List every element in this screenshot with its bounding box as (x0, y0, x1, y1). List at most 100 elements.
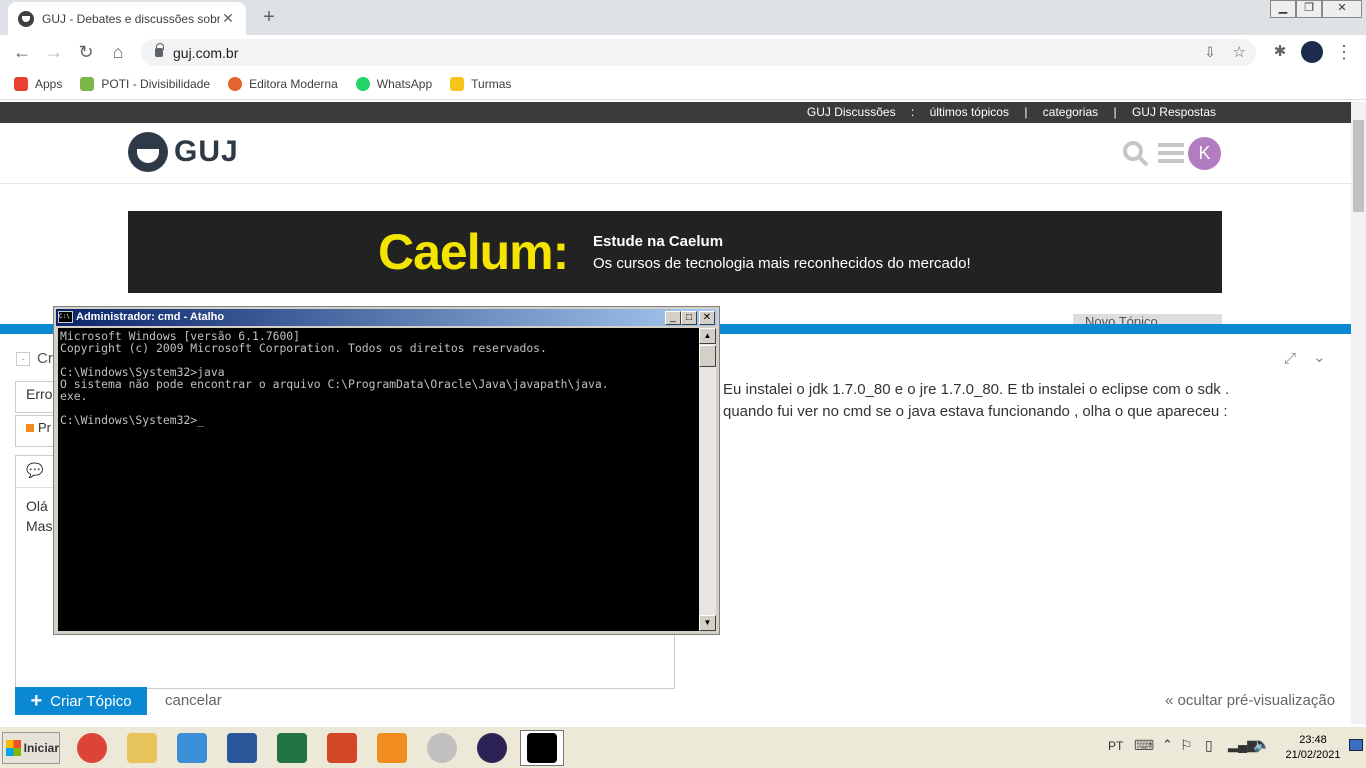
quote-icon[interactable]: 💬 (26, 462, 43, 478)
cancelar-link[interactable]: cancelar (165, 692, 222, 709)
taskbar-eclipse-icon[interactable] (470, 730, 514, 766)
taskbar-explorer-icon[interactable] (120, 730, 164, 766)
new-tab-button[interactable]: + (256, 5, 282, 29)
keyboard-icon[interactable]: ⌨ (1134, 737, 1154, 754)
taskbar-cmd-icon[interactable] (520, 730, 564, 766)
reload-icon[interactable]: ↻ (74, 41, 98, 63)
link-guj-discussoes[interactable]: GUJ Discussões (807, 105, 896, 119)
flag-icon[interactable]: ⚐ (1180, 737, 1193, 754)
compose-header: Cr (37, 350, 53, 367)
browser-toolbar: ← → ↻ ⌂ guj.com.br ⇩ ☆ ✱ ⋮ (0, 35, 1366, 69)
guj-header: GUJ K (0, 123, 1351, 184)
cmd-maximize-button[interactable]: □ (681, 311, 697, 325)
taskbar-powerpoint-icon[interactable] (320, 730, 364, 766)
clock-time: 23:48 (1299, 734, 1327, 746)
bookmarks-bar: Apps POTI - Divisibilidade Editora Moder… (0, 69, 1366, 100)
cmd-close-button[interactable]: ✕ (699, 311, 715, 325)
bookmark-star-icon[interactable]: ☆ (1233, 43, 1246, 61)
cmd-console[interactable]: Microsoft Windows [versão 6.1.7600] Copyr… (58, 328, 699, 631)
tab-strip: GUJ - Debates e discussões sobre p ✕ + ▁… (0, 0, 1366, 35)
windows-logo-icon (6, 740, 21, 756)
scroll-down-arrow-icon[interactable]: ▼ (699, 615, 716, 631)
category-color-badge (26, 424, 34, 432)
cmd-app-icon: C:\ (58, 311, 73, 323)
bookmark-whatsapp[interactable]: WhatsApp (355, 77, 432, 91)
minimize-button[interactable]: ▁ (1270, 0, 1296, 18)
link-ultimos-topicos[interactable]: últimos tópicos (930, 105, 1009, 119)
show-hidden-icons[interactable]: ⌃ (1162, 737, 1173, 753)
guj-favicon-icon (18, 10, 34, 27)
address-bar[interactable]: guj.com.br ⇩ ☆ (141, 39, 1256, 66)
ocultar-preview-link[interactable]: « ocultar pré-visualização (1165, 692, 1335, 709)
whatsapp-icon (355, 77, 370, 91)
system-clock[interactable]: 23:48 21/02/2021 (1280, 733, 1346, 763)
power-icon[interactable]: ▯ (1205, 737, 1213, 754)
page-scrollbar-thumb[interactable] (1353, 120, 1364, 212)
cmd-minimize-button[interactable]: _ (665, 311, 681, 325)
install-icon[interactable]: ⇩ (1204, 44, 1216, 61)
turmas-icon (450, 77, 465, 91)
separator: | (1113, 105, 1117, 119)
browser-tab[interactable]: GUJ - Debates e discussões sobre p ✕ (8, 2, 246, 35)
taskbar-chrome-icon[interactable] (70, 730, 114, 766)
console-line: Copyright (c) 2009 Microsoft Corporation… (60, 341, 547, 355)
close-window-button[interactable]: ✕ (1322, 0, 1362, 18)
plus-icon: + (30, 689, 43, 712)
poti-icon (80, 77, 95, 91)
bookmark-editora[interactable]: Editora Moderna (228, 77, 338, 91)
taskbar-pdf-icon[interactable] (370, 730, 414, 766)
compose-toggle-icon[interactable]: - (16, 352, 30, 366)
close-tab-icon[interactable]: ✕ (220, 10, 236, 27)
bookmark-apps[interactable]: Apps (14, 77, 62, 91)
post-preview: Eu instalei o jdk 1.7.0_80 e o jre 1.7.0… (723, 379, 1229, 423)
cmd-window[interactable]: Administrador: cmd - Atalho C:\ _ □ ✕ Mi… (53, 306, 720, 635)
user-avatar[interactable]: K (1188, 137, 1221, 170)
cmd-scroll-thumb[interactable] (699, 345, 716, 367)
menu-dots-icon[interactable]: ⋮ (1332, 41, 1356, 63)
console-prompt: C:\Windows\System32>_ (60, 413, 205, 427)
cmd-scrollbar[interactable]: ▲ ▼ (699, 328, 716, 631)
start-button[interactable]: Iniciar (2, 732, 60, 764)
link-guj-respostas[interactable]: GUJ Respostas (1132, 105, 1216, 119)
language-indicator[interactable]: PT (1108, 739, 1123, 753)
console-line: O sistema não pode encontrar o arquivo C… (60, 377, 609, 391)
forward-icon[interactable]: → (42, 41, 66, 63)
banner-subtitle: Os cursos de tecnologia mais reconhecido… (593, 255, 971, 272)
clock-date: 21/02/2021 (1285, 749, 1341, 761)
lock-icon (155, 43, 164, 57)
apps-grid-icon (14, 77, 28, 91)
scroll-up-arrow-icon[interactable]: ▲ (699, 328, 716, 344)
bookmark-turmas[interactable]: Turmas (450, 77, 511, 91)
expand-icon[interactable]: ⤢ (1284, 350, 1296, 367)
hamburger-menu-icon[interactable] (1158, 142, 1184, 164)
extensions-icon[interactable]: ✱ (1268, 41, 1292, 63)
link-categorias[interactable]: categorias (1043, 105, 1098, 119)
taskbar-snipping-icon[interactable] (420, 730, 464, 766)
taskbar-excel-icon[interactable] (270, 730, 314, 766)
criar-topico-button[interactable]: + Criar Tópico (15, 687, 147, 715)
separator: | (1024, 105, 1028, 119)
preview-line: quando fui ver no cmd se o java estava f… (723, 403, 1228, 420)
bookmark-poti[interactable]: POTI - Divisibilidade (80, 77, 210, 91)
restore-button[interactable]: ❐ (1296, 0, 1322, 18)
windows-taskbar: Iniciar PT ⌨ ⌃ ⚐ ▯ ▂▄▆ 🔈 23:48 21/02/202… (0, 726, 1366, 768)
guj-logo-text: GUJ (174, 135, 239, 168)
taskbar-word-icon[interactable] (220, 730, 264, 766)
guj-top-bar: GUJ Discussões : últimos tópicos | categ… (0, 102, 1351, 123)
separator: : (910, 105, 915, 119)
guj-cup-icon (128, 132, 168, 172)
caelum-logo: Caelum: (378, 224, 569, 280)
url-text: guj.com.br (173, 44, 239, 61)
home-icon[interactable]: ⌂ (106, 41, 130, 63)
guj-logo[interactable]: GUJ (128, 132, 239, 172)
cmd-titlebar[interactable]: Administrador: cmd - Atalho (56, 309, 717, 326)
volume-icon[interactable]: 🔈 (1253, 736, 1270, 753)
profile-avatar[interactable] (1301, 41, 1323, 63)
show-desktop-icon[interactable] (1349, 739, 1363, 751)
search-icon[interactable] (1122, 140, 1150, 168)
back-icon[interactable]: ← (10, 41, 34, 63)
preview-line: Eu instalei o jdk 1.7.0_80 e o jre 1.7.0… (723, 381, 1230, 398)
chevron-down-icon[interactable]: ⌄ (1313, 348, 1326, 366)
taskbar-media-icon[interactable] (170, 730, 214, 766)
caelum-banner[interactable]: Caelum: Estude na Caelum Os cursos de te… (128, 211, 1222, 293)
